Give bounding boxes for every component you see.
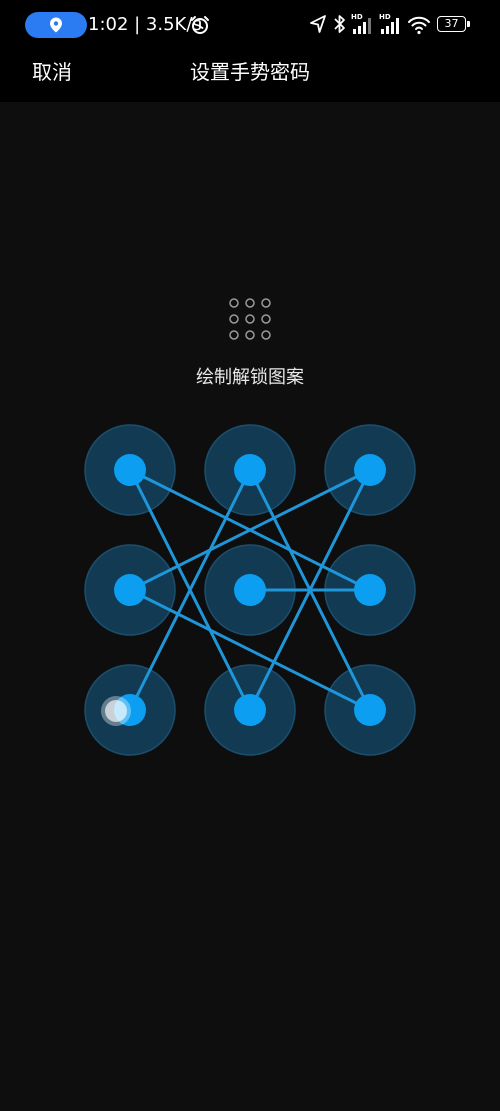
pattern-dot-3[interactable] <box>354 454 386 486</box>
pattern-dot-6[interactable] <box>354 574 386 606</box>
pattern-grid[interactable] <box>0 0 500 1111</box>
pattern-dot-1[interactable] <box>114 454 146 486</box>
pattern-dot-5[interactable] <box>234 574 266 606</box>
pattern-dot-9[interactable] <box>354 694 386 726</box>
pattern-dot-8[interactable] <box>234 694 266 726</box>
pattern-dot-4[interactable] <box>114 574 146 606</box>
touch-indicator <box>101 696 131 726</box>
pattern-dot-2[interactable] <box>234 454 266 486</box>
